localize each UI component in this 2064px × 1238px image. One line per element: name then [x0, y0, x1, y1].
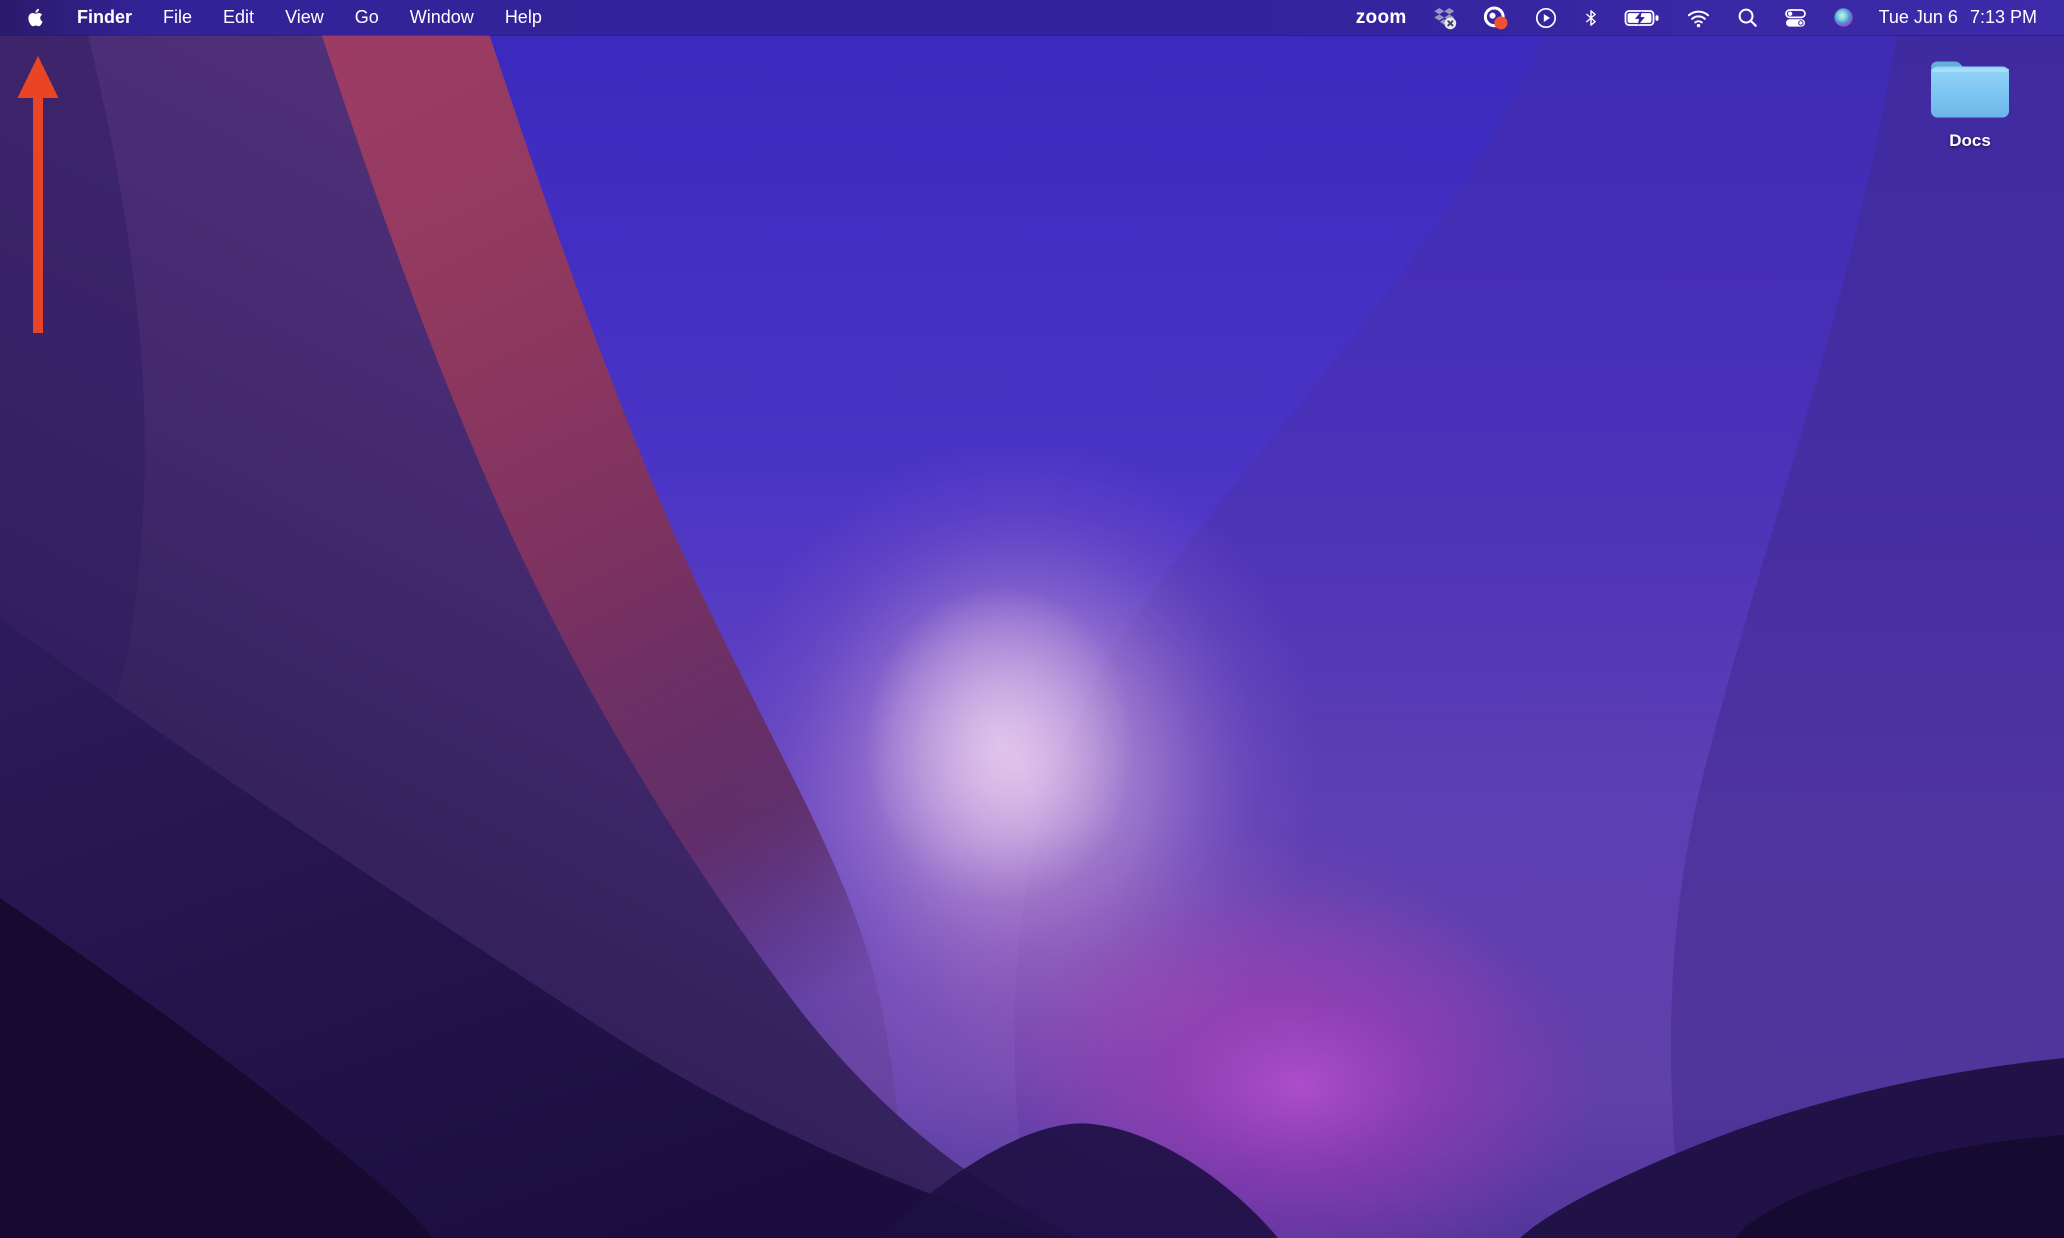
arrow-shaft	[33, 96, 43, 333]
menu-item-edit[interactable]: Edit	[223, 0, 254, 35]
menu-item-file[interactable]: File	[163, 0, 192, 35]
battery-charging-icon[interactable]	[1624, 6, 1661, 30]
menu-bar: Finder File Edit View Go Window Help zoo…	[0, 0, 2064, 35]
up-arrow-annotation	[17, 56, 60, 338]
apple-menu-button[interactable]	[25, 5, 46, 30]
desktop-wallpaper	[0, 0, 2064, 1238]
apple-logo-icon	[25, 5, 46, 30]
menu-clock-time: 7:13 PM	[1970, 7, 2037, 28]
spotlight-search-icon[interactable]	[1736, 6, 1759, 29]
menu-clock-date: Tue Jun 6	[1879, 7, 1958, 28]
dropbox-paused-icon[interactable]	[1431, 4, 1458, 31]
menu-item-help[interactable]: Help	[505, 0, 542, 35]
menu-bar-status-area: zoom	[1356, 4, 2064, 32]
folder-icon	[1925, 52, 2015, 126]
arrow-head	[18, 56, 59, 98]
bluetooth-icon[interactable]	[1582, 6, 1600, 30]
play-circle-icon[interactable]	[1534, 6, 1558, 30]
menu-item-window[interactable]: Window	[410, 0, 474, 35]
desktop-icon-docs[interactable]: Docs	[1916, 52, 2024, 151]
zoom-menu-item[interactable]: zoom	[1356, 7, 1407, 29]
wifi-icon[interactable]	[1685, 6, 1712, 30]
recording-indicator-icon[interactable]	[1482, 4, 1510, 32]
desktop-surface[interactable]: Finder File Edit View Go Window Help zoo…	[0, 0, 2064, 1238]
siri-icon[interactable]	[1832, 6, 1855, 29]
menu-item-go[interactable]: Go	[355, 0, 379, 35]
desktop-icon-label: Docs	[1949, 131, 1991, 151]
control-center-icon[interactable]	[1783, 6, 1808, 30]
menu-bar-left: Finder File Edit View Go Window Help	[0, 0, 542, 35]
menu-item-finder[interactable]: Finder	[77, 0, 132, 35]
menu-clock[interactable]: Tue Jun 6 7:13 PM	[1879, 7, 2037, 28]
menu-item-view[interactable]: View	[285, 0, 324, 35]
